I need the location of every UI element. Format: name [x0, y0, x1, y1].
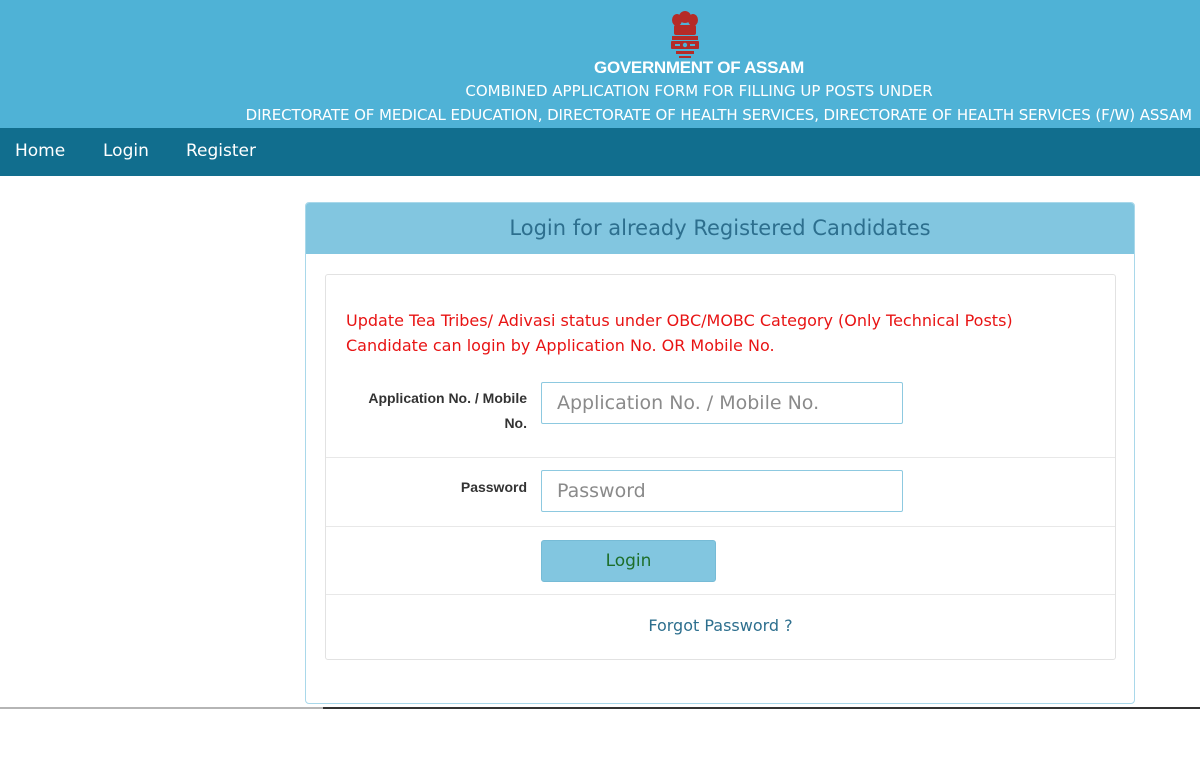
government-title: GOVERNMENT OF ASSAM	[594, 58, 804, 77]
notice-line-login-method: Candidate can login by Application No. O…	[346, 336, 775, 355]
site-header: GOVERNMENT OF ASSAM COMBINED APPLICATION…	[0, 0, 1200, 128]
notice-text: Update Tea Tribes/ Adivasi status under …	[346, 308, 1013, 358]
app-no-input[interactable]	[541, 382, 903, 424]
divider	[326, 457, 1115, 458]
notice-line-tea-tribes: Update Tea Tribes/ Adivasi status under …	[346, 311, 1013, 330]
nav-login[interactable]: Login	[103, 141, 149, 161]
app-no-label-line1: Application No. / Mobile	[368, 390, 527, 406]
app-no-label: Application No. / Mobile No.	[368, 386, 527, 436]
login-panel-heading: Login for already Registered Candidates	[306, 203, 1134, 254]
page-bottom-rule-dark	[323, 707, 1200, 709]
login-button[interactable]: Login	[541, 540, 716, 582]
login-panel: Login for already Registered Candidates …	[305, 202, 1135, 704]
state-emblem-icon	[671, 11, 699, 58]
app-no-label-line2: No.	[504, 415, 527, 431]
divider	[326, 594, 1115, 595]
password-input[interactable]	[541, 470, 903, 512]
login-form: Update Tea Tribes/ Adivasi status under …	[325, 274, 1116, 660]
form-subtitle: COMBINED APPLICATION FORM FOR FILLING UP…	[465, 82, 933, 100]
password-label: Password	[460, 479, 527, 495]
divider	[326, 526, 1115, 527]
nav-home[interactable]: Home	[15, 141, 65, 161]
main-navbar: Home Login Register	[0, 128, 1200, 176]
forgot-password-link[interactable]: Forgot Password ?	[326, 616, 1115, 635]
nav-register[interactable]: Register	[186, 141, 256, 161]
directorates-title: DIRECTORATE OF MEDICAL EDUCATION, DIRECT…	[245, 106, 1192, 124]
